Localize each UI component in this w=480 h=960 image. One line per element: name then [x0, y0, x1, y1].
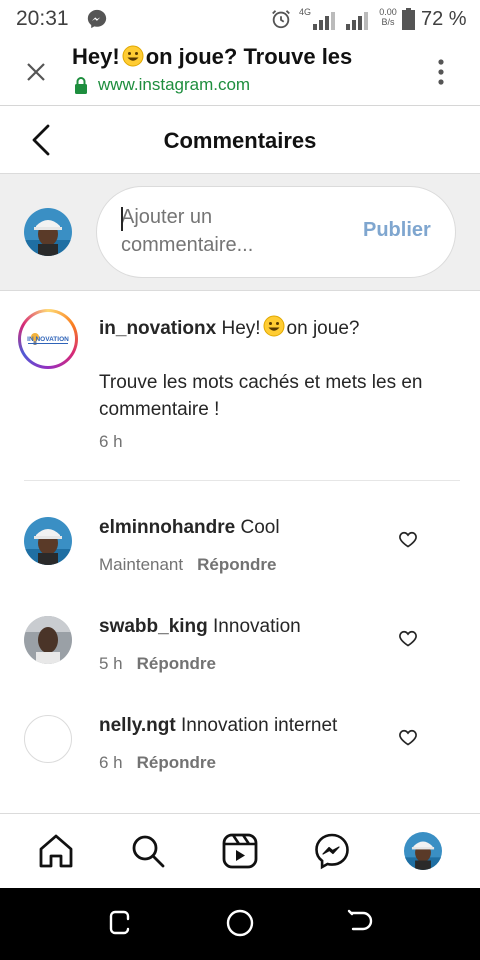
smiley-emoji-icon — [122, 45, 144, 67]
comment-username[interactable]: swabb_king — [99, 616, 208, 637]
comment-item: nelly.ngt Innovation internet 6 h Répondr… — [0, 715, 480, 805]
comment-timestamp: Maintenant — [99, 555, 184, 574]
comments-title: Commentaires — [163, 128, 317, 153]
page-title-part1: Hey! — [72, 44, 120, 69]
caption-author-avatar[interactable]: IN NOVATION — [18, 309, 78, 369]
comment-item: swabb_king Innovation 5 h Répondre — [0, 616, 480, 706]
caption-username[interactable]: in_novationx — [99, 318, 216, 339]
comment-avatar[interactable] — [24, 715, 72, 763]
battery-icon — [402, 8, 415, 30]
signal-icon — [313, 12, 335, 30]
current-user-avatar[interactable] — [24, 208, 72, 256]
speed-unit: B/s — [381, 17, 395, 27]
comment-timestamp: 5 h — [99, 654, 123, 673]
caption-text-line2: Trouve les mots cachés et mets les en co… — [99, 372, 423, 420]
comment-avatar[interactable] — [24, 517, 72, 565]
text-cursor — [121, 207, 123, 231]
caption-divider — [24, 480, 460, 481]
recents-icon[interactable] — [105, 908, 135, 938]
comments-header: Commentaires — [0, 106, 480, 174]
close-icon[interactable] — [24, 60, 48, 84]
browser-header: Hey! on joue? Trouve les www.instagram.co… — [0, 38, 480, 106]
comment-compose-area: Publier — [0, 174, 480, 291]
comment-timestamp: 6 h — [99, 753, 123, 772]
comment-text: elminnohandre Cool — [99, 517, 389, 539]
home-button-icon[interactable] — [225, 908, 255, 938]
system-navigation-bar — [0, 888, 480, 960]
alarm-icon — [272, 10, 290, 29]
messenger-icon[interactable] — [313, 832, 351, 870]
comment-meta: Maintenant Répondre — [99, 555, 276, 575]
network-type: 4G — [299, 7, 312, 17]
comment-meta: 5 h Répondre — [99, 654, 216, 674]
comment-meta: 6 h Répondre — [99, 753, 216, 773]
more-options-icon[interactable] — [430, 58, 452, 86]
smiley-emoji-icon — [263, 315, 285, 337]
lock-icon — [75, 77, 87, 94]
comment-item: elminnohandre Cool Maintenant Répondre — [0, 517, 480, 607]
profile-avatar[interactable] — [404, 832, 442, 870]
reels-icon[interactable] — [221, 832, 259, 870]
comment-username[interactable]: elminnohandre — [99, 517, 235, 538]
reply-button[interactable]: Répondre — [137, 654, 216, 673]
speed-value: 0.00 — [379, 7, 397, 17]
heart-icon[interactable] — [398, 628, 418, 648]
back-arrow-icon[interactable] — [28, 122, 56, 158]
heart-icon[interactable] — [398, 529, 418, 549]
messenger-notification-icon — [87, 9, 107, 29]
page-title: Hey! on joue? Trouve les — [72, 44, 422, 70]
back-icon[interactable] — [345, 908, 375, 938]
caption-timestamp: 6 h — [99, 432, 123, 451]
comment-body: Cool — [240, 517, 280, 538]
status-bar: 20:31 4G 0.00 B/s 72 % — [0, 0, 480, 38]
caption-text-part2: on joue? — [286, 318, 360, 339]
signal-icon-2 — [346, 12, 368, 30]
comment-username[interactable]: nelly.ngt — [99, 715, 176, 736]
search-icon[interactable] — [129, 832, 167, 870]
comment-input-box[interactable]: Publier — [96, 186, 456, 278]
battery-percent: 72 % — [421, 8, 467, 30]
caption-text-part1: Hey! — [221, 318, 261, 339]
home-icon[interactable] — [37, 832, 75, 870]
page-title-part2: on joue? Trouve les — [145, 44, 353, 69]
comment-body: Innovation internet — [181, 715, 338, 736]
reply-button[interactable]: Répondre — [137, 753, 216, 772]
comment-avatar[interactable] — [24, 616, 72, 664]
logo-text: IN NOVATION — [27, 336, 69, 343]
page-url[interactable]: www.instagram.com — [98, 75, 250, 95]
bottom-navigation — [0, 813, 480, 888]
network-speed: 0.00 B/s — [377, 7, 399, 27]
comment-text: nelly.ngt Innovation internet — [99, 715, 389, 737]
reply-button[interactable]: Répondre — [197, 555, 276, 574]
innovation-logo: IN NOVATION — [24, 315, 72, 363]
comment-text: swabb_king Innovation — [99, 616, 389, 638]
comment-input[interactable] — [121, 203, 321, 263]
heart-icon[interactable] — [398, 727, 418, 747]
publish-button[interactable]: Publier — [363, 219, 431, 242]
comment-body: Innovation — [213, 616, 301, 637]
status-time: 20:31 — [16, 7, 69, 30]
caption-text: in_novationx Hey! on joue? Trouve les mot… — [99, 315, 449, 423]
caption-avatar-inner: IN NOVATION — [21, 312, 75, 366]
